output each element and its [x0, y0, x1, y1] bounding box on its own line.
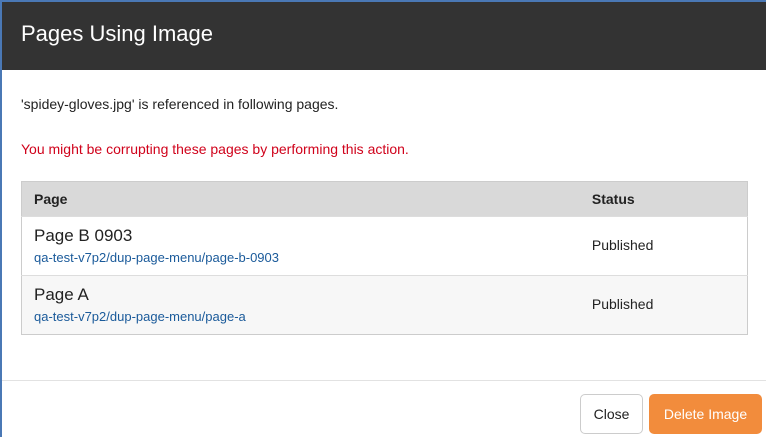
- pages-using-image-dialog: Pages Using Image 'spidey-gloves.jpg' is…: [0, 0, 766, 437]
- status-text: Published: [591, 237, 654, 253]
- column-header-status: Status: [579, 181, 748, 217]
- table-header-row: Page Status: [21, 181, 748, 217]
- column-header-page: Page: [21, 181, 580, 217]
- corruption-warning-text: You might be corrupting these pages by p…: [21, 141, 409, 157]
- close-button[interactable]: Close: [580, 394, 643, 434]
- referenced-info-text: 'spidey-gloves.jpg' is referenced in fol…: [21, 96, 339, 112]
- page-path-link[interactable]: qa-test-v7p2/dup-page-menu/page-a: [34, 308, 568, 326]
- page-name: Page A: [34, 285, 89, 305]
- dialog-header: Pages Using Image: [2, 2, 766, 70]
- status-cell: Published: [579, 216, 748, 276]
- table-row: Page B 0903 qa-test-v7p2/dup-page-menu/p…: [21, 216, 748, 276]
- page-name: Page B 0903: [34, 226, 133, 246]
- status-text: Published: [591, 296, 654, 312]
- pages-table: Page Status Page B 0903 qa-test-v7p2/dup…: [21, 181, 748, 335]
- page-cell: Page B 0903 qa-test-v7p2/dup-page-menu/p…: [21, 216, 580, 276]
- delete-image-button[interactable]: Delete Image: [649, 394, 762, 434]
- page-cell: Page A qa-test-v7p2/dup-page-menu/page-a: [21, 275, 580, 335]
- footer-divider: [2, 380, 766, 381]
- table-row: Page A qa-test-v7p2/dup-page-menu/page-a…: [21, 275, 748, 335]
- status-cell: Published: [579, 275, 748, 335]
- page-path-link[interactable]: qa-test-v7p2/dup-page-menu/page-b-0903: [34, 249, 568, 267]
- dialog-title: Pages Using Image: [21, 21, 213, 46]
